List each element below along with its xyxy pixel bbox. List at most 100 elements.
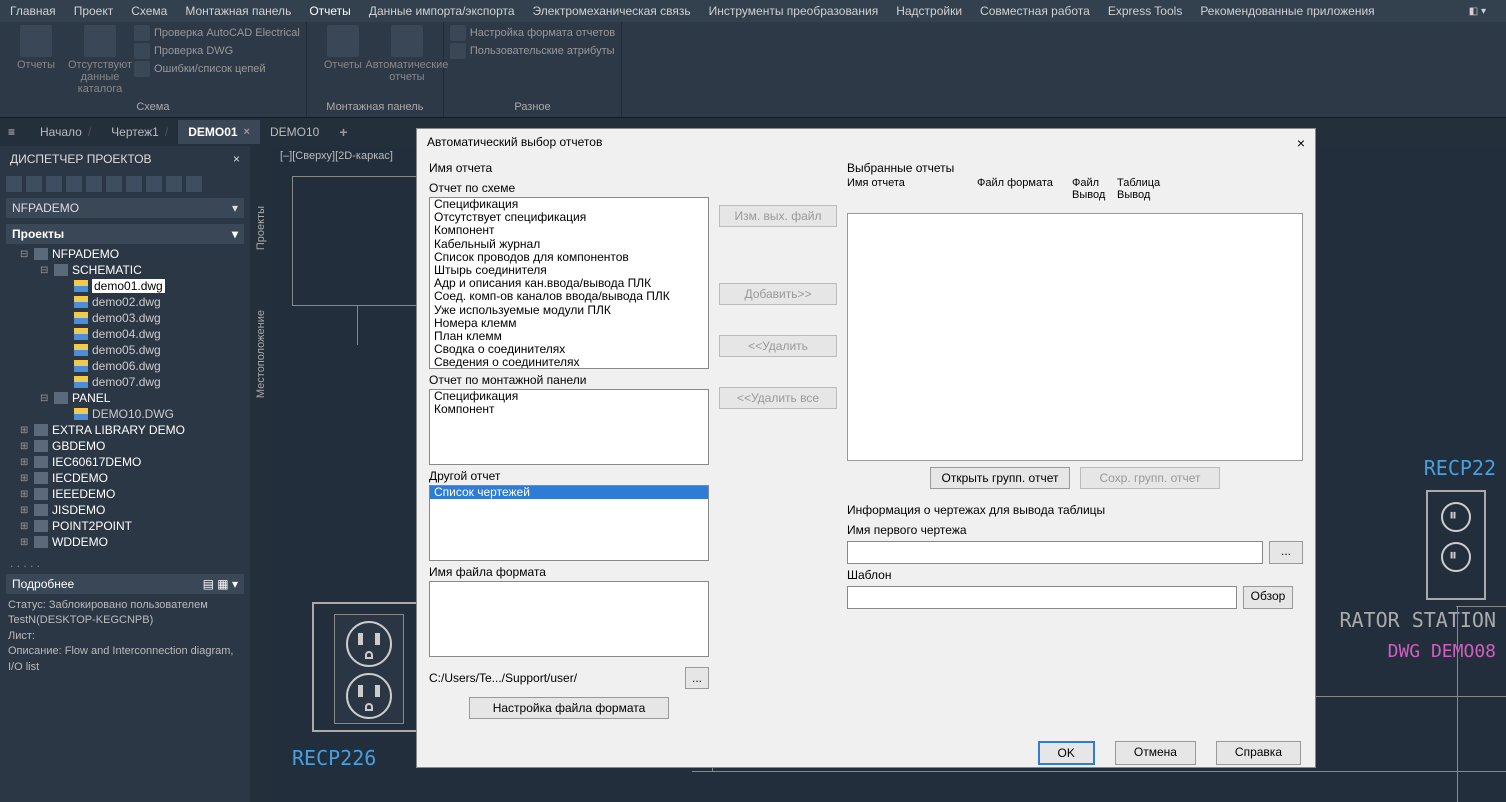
ribbon-small-button[interactable]: Ошибки/список цепей bbox=[134, 61, 300, 77]
menu-item[interactable]: Электромеханическая связь bbox=[533, 4, 691, 18]
tree-row[interactable]: demo02.dwg bbox=[6, 294, 250, 310]
help-button[interactable]: Справка bbox=[1216, 741, 1301, 765]
projects-section-header[interactable]: Проекты▾ bbox=[6, 224, 244, 244]
toolbar-btn[interactable] bbox=[146, 176, 162, 192]
menu-item[interactable]: Инструменты преобразования bbox=[709, 4, 879, 18]
tree-row[interactable]: DEMO10.DWG bbox=[6, 406, 250, 422]
list-item[interactable]: Уже используемые модули ПЛК bbox=[430, 304, 708, 317]
ribbon-small-button[interactable]: Проверка AutoCAD Electrical bbox=[134, 25, 300, 41]
cancel-button[interactable]: Отмена bbox=[1115, 741, 1196, 765]
tree-row[interactable]: ⊟SCHEMATIC bbox=[6, 262, 250, 278]
remove-all-button[interactable]: <<Удалить все bbox=[719, 387, 837, 409]
menu-item[interactable]: Главная bbox=[10, 4, 56, 18]
list-item[interactable]: Соед. комп-ов каналов ввода/вывода ПЛК bbox=[430, 290, 708, 303]
project-manager-panel: ДИСПЕТЧЕР ПРОЕКТОВ× NFPADEMO▾ Проекты▾ ⊟… bbox=[0, 146, 250, 802]
format-file-list[interactable] bbox=[429, 581, 709, 657]
list-item[interactable]: Список проводов для компонентов bbox=[430, 251, 708, 264]
tree-row[interactable]: demo01.dwg bbox=[6, 278, 250, 294]
tree-row[interactable]: demo06.dwg bbox=[6, 358, 250, 374]
add-button[interactable]: Добавить>> bbox=[719, 283, 837, 305]
tree-row[interactable]: demo04.dwg bbox=[6, 326, 250, 342]
close-icon[interactable]: × bbox=[244, 126, 250, 138]
browse-template-button[interactable]: Обзор bbox=[1243, 586, 1293, 609]
browse-path-button[interactable]: ... bbox=[685, 667, 709, 689]
tree-row[interactable]: ⊞GBDEMO bbox=[6, 438, 250, 454]
side-tab-location[interactable]: Местоположение bbox=[255, 310, 267, 398]
ribbon-small-button[interactable]: Пользовательские атрибуты bbox=[450, 43, 615, 59]
document-tab[interactable]: DEMO01× bbox=[178, 120, 260, 144]
menu-item[interactable]: Данные импорта/экспорта bbox=[369, 4, 515, 18]
toolbar-btn[interactable] bbox=[86, 176, 102, 192]
project-combo[interactable]: NFPADEMO▾ bbox=[6, 198, 244, 218]
save-group-report-button[interactable]: Сохр. групп. отчет bbox=[1080, 467, 1220, 489]
first-drawing-input[interactable] bbox=[847, 541, 1263, 564]
toolbar-btn[interactable] bbox=[106, 176, 122, 192]
list-item[interactable]: Компонент bbox=[430, 224, 708, 237]
other-report-label: Другой отчет bbox=[429, 469, 709, 483]
list-item[interactable]: Компонент bbox=[430, 403, 708, 416]
ribbon-big-button[interactable]: Отчеты bbox=[313, 25, 373, 71]
panel-report-list[interactable]: СпецификацияКомпонент bbox=[429, 389, 709, 465]
toolbar-btn[interactable] bbox=[6, 176, 22, 192]
menu-item[interactable]: Отчеты bbox=[309, 4, 350, 18]
toolbar-btn[interactable] bbox=[126, 176, 142, 192]
tree-row[interactable]: ⊞IECDEMO bbox=[6, 470, 250, 486]
ribbon-big-button[interactable]: Отчеты bbox=[6, 25, 66, 71]
list-item[interactable]: Номера клемм bbox=[430, 317, 708, 330]
list-item[interactable]: Список чертежей bbox=[430, 486, 708, 499]
tree-row[interactable]: ⊞IEC60617DEMO bbox=[6, 454, 250, 470]
tree-row[interactable]: demo05.dwg bbox=[6, 342, 250, 358]
list-item[interactable]: Сведения о соединителях bbox=[430, 356, 708, 369]
tree-row[interactable]: ⊞WDDEMO bbox=[6, 534, 250, 550]
open-group-report-button[interactable]: Открыть групп. отчет bbox=[930, 467, 1070, 489]
change-output-button[interactable]: Изм. вых. файл bbox=[719, 205, 837, 227]
tree-row[interactable]: ⊞IEEEDEMO bbox=[6, 486, 250, 502]
toolbar-btn[interactable] bbox=[26, 176, 42, 192]
list-item[interactable]: Кабельный журнал bbox=[430, 238, 708, 251]
toolbar-btn[interactable] bbox=[166, 176, 182, 192]
selected-reports-table[interactable] bbox=[847, 213, 1303, 461]
side-tab-projects[interactable]: Проекты bbox=[255, 206, 267, 250]
menu-item[interactable]: Надстройки bbox=[896, 4, 962, 18]
tree-row[interactable]: ⊞JISDEMO bbox=[6, 502, 250, 518]
tree-row[interactable]: ⊞POINT2POINT bbox=[6, 518, 250, 534]
remove-button[interactable]: <<Удалить bbox=[719, 335, 837, 357]
new-tab-button[interactable]: + bbox=[329, 119, 357, 145]
menu-item[interactable]: Монтажная панель bbox=[185, 4, 291, 18]
report-name-label: Имя отчета bbox=[429, 161, 709, 175]
other-report-list[interactable]: Список чертежей bbox=[429, 485, 709, 561]
project-manager-title: ДИСПЕТЧЕР ПРОЕКТОВ× bbox=[0, 146, 250, 172]
toolbar-btn[interactable] bbox=[186, 176, 202, 192]
menu-item[interactable]: Рекомендованные приложения bbox=[1200, 4, 1374, 18]
ribbon-big-button[interactable]: Отсутствуют данные каталога bbox=[70, 25, 130, 95]
menu-overflow-icon[interactable]: ◧ ▾ bbox=[1469, 6, 1486, 17]
project-toolbar bbox=[0, 172, 250, 196]
tree-row[interactable]: ⊞EXTRA LIBRARY DEMO bbox=[6, 422, 250, 438]
tree-row[interactable]: ⊟PANEL bbox=[6, 390, 250, 406]
scheme-report-list[interactable]: СпецификацияОтсутствует спецификацияКомп… bbox=[429, 197, 709, 369]
document-tab[interactable]: Чертеж1/ bbox=[101, 120, 178, 144]
toolbar-btn[interactable] bbox=[46, 176, 62, 192]
panel-close-icon[interactable]: × bbox=[233, 152, 240, 166]
details-header[interactable]: Подробнее▤ ▦ ▾ bbox=[6, 574, 244, 594]
ribbon-big-button[interactable]: Автоматические отчеты bbox=[377, 25, 437, 83]
format-settings-button[interactable]: Настройка файла формата bbox=[469, 697, 669, 719]
browse-first-drawing-button[interactable]: ... bbox=[1269, 541, 1303, 564]
document-tab[interactable]: Начало/ bbox=[30, 120, 101, 144]
tree-row[interactable]: demo07.dwg bbox=[6, 374, 250, 390]
template-input[interactable] bbox=[847, 586, 1237, 609]
menu-item[interactable]: Совместная работа bbox=[980, 4, 1090, 18]
tabs-menu-icon[interactable]: ≡ bbox=[8, 125, 24, 139]
tree-row[interactable]: ⊟NFPADEMO bbox=[6, 246, 250, 262]
ribbon-small-button[interactable]: Проверка DWG bbox=[134, 43, 300, 59]
menu-item[interactable]: Схема bbox=[131, 4, 167, 18]
menu-item[interactable]: Express Tools bbox=[1108, 4, 1182, 18]
menu-item[interactable]: Проект bbox=[74, 4, 114, 18]
ok-button[interactable]: OK bbox=[1038, 741, 1095, 765]
dialog-close-icon[interactable]: × bbox=[1297, 135, 1305, 151]
document-tab[interactable]: DEMO10 bbox=[260, 120, 329, 144]
toolbar-btn[interactable] bbox=[66, 176, 82, 192]
ribbon-small-button[interactable]: Настройка формата отчетов bbox=[450, 25, 615, 41]
tree-row[interactable]: demo03.dwg bbox=[6, 310, 250, 326]
viewport-label[interactable]: [–][Сверху][2D-каркас] bbox=[280, 150, 393, 162]
